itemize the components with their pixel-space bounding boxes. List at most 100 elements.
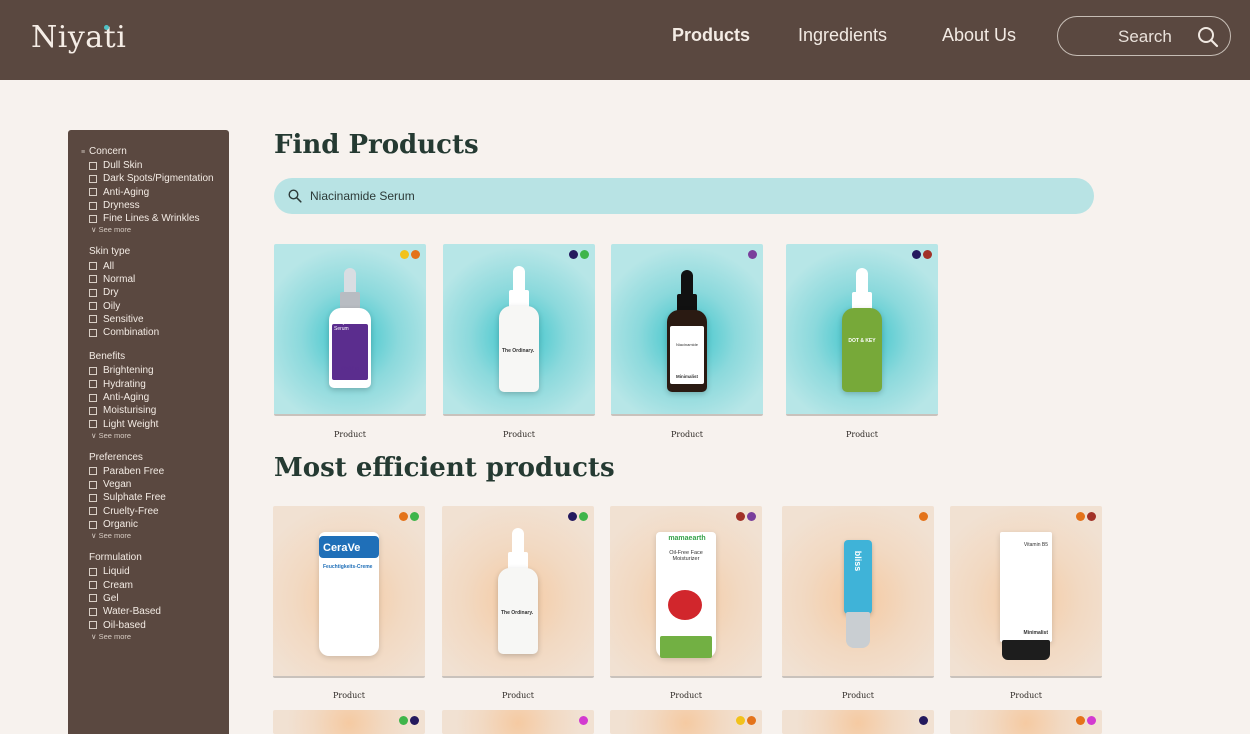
product-card[interactable]: CeraVe Feuchtigkeits-Creme	[273, 506, 425, 678]
drag-handle-icon[interactable]: ≡	[81, 149, 86, 156]
checkbox[interactable]	[89, 214, 97, 223]
checkbox[interactable]	[89, 594, 97, 603]
checkbox[interactable]	[89, 467, 97, 476]
filter-option[interactable]: Gel	[89, 592, 229, 605]
checkbox[interactable]	[89, 393, 97, 402]
checkbox[interactable]	[89, 581, 97, 590]
checkbox[interactable]	[89, 262, 97, 271]
color-dot[interactable]	[400, 250, 409, 259]
color-dot[interactable]	[410, 716, 419, 725]
checkbox[interactable]	[89, 507, 97, 516]
color-dot[interactable]	[748, 250, 757, 259]
filter-option[interactable]: Brightening	[89, 364, 229, 377]
product-card[interactable]: mamaearth Oil-Free Face Moisturizer	[610, 506, 762, 678]
color-dot[interactable]	[568, 512, 577, 521]
checkbox[interactable]	[89, 161, 97, 170]
color-dot[interactable]	[580, 250, 589, 259]
product-card[interactable]	[442, 710, 594, 734]
checkbox[interactable]	[89, 201, 97, 210]
filter-option[interactable]: Vegan	[89, 478, 229, 491]
filter-option[interactable]: Water-Based	[89, 605, 229, 618]
checkbox[interactable]	[89, 420, 97, 429]
product-caption[interactable]: Product	[443, 430, 595, 439]
checkbox[interactable]	[89, 315, 97, 324]
checkbox[interactable]	[89, 520, 97, 529]
product-caption[interactable]: Product	[786, 430, 938, 439]
color-dot[interactable]	[399, 716, 408, 725]
product-card[interactable]: DOT & KEY	[786, 244, 938, 416]
product-caption[interactable]: Product	[273, 691, 425, 700]
color-dot[interactable]	[1076, 512, 1085, 521]
filter-option[interactable]: Sensitive	[89, 313, 229, 326]
filter-option[interactable]: Dark Spots/Pigmentation	[89, 172, 229, 185]
checkbox[interactable]	[89, 493, 97, 502]
checkbox[interactable]	[89, 302, 97, 311]
product-card[interactable]: The Ordinary.	[442, 506, 594, 678]
color-dot[interactable]	[923, 250, 932, 259]
color-dot[interactable]	[579, 716, 588, 725]
header-search-button[interactable]: Search	[1057, 16, 1231, 56]
product-card[interactable]: Vitamin B5 Minimalist	[950, 506, 1102, 678]
color-dot[interactable]	[569, 250, 578, 259]
brand-logo[interactable]: Niyati	[31, 20, 126, 55]
color-dot[interactable]	[912, 250, 921, 259]
see-more-link[interactable]: ∨ See more	[89, 632, 229, 641]
color-dot[interactable]	[1076, 716, 1085, 725]
checkbox[interactable]	[89, 174, 97, 183]
color-dot[interactable]	[919, 716, 928, 725]
product-card[interactable]: Niacinamide Daily Face Serum derma	[274, 244, 426, 416]
checkbox[interactable]	[89, 621, 97, 630]
filter-option[interactable]: Cruelty-Free	[89, 505, 229, 518]
product-caption[interactable]: Product	[610, 691, 762, 700]
product-caption[interactable]: Product	[782, 691, 934, 700]
filter-option[interactable]: Normal	[89, 273, 229, 286]
checkbox[interactable]	[89, 275, 97, 284]
filter-option[interactable]: Paraben Free	[89, 465, 229, 478]
filter-option[interactable]: Sulphate Free	[89, 491, 229, 504]
product-card[interactable]	[273, 710, 425, 734]
color-dot[interactable]	[411, 250, 420, 259]
nav-ingredients[interactable]: Ingredients	[798, 25, 887, 46]
filter-option[interactable]: Dull Skin	[89, 159, 229, 172]
filter-option[interactable]: Hydrating	[89, 378, 229, 391]
filter-option[interactable]: Oily	[89, 299, 229, 312]
color-dot[interactable]	[410, 512, 419, 521]
color-dot[interactable]	[736, 512, 745, 521]
product-card[interactable]: The Ordinary.	[443, 244, 595, 416]
see-more-link[interactable]: ∨ See more	[89, 431, 229, 440]
product-card[interactable]	[782, 710, 934, 734]
filter-option[interactable]: Fine Lines & Wrinkles	[89, 212, 229, 225]
product-card[interactable]	[610, 710, 762, 734]
nav-products[interactable]: Products	[672, 25, 750, 46]
color-dot[interactable]	[579, 512, 588, 521]
checkbox[interactable]	[89, 366, 97, 375]
color-dot[interactable]	[1087, 512, 1096, 521]
product-search-input[interactable]	[310, 186, 910, 206]
color-dot[interactable]	[919, 512, 928, 521]
see-more-link[interactable]: ∨ See more	[89, 531, 229, 540]
filter-option[interactable]: All	[89, 259, 229, 272]
filter-option[interactable]: Liquid	[89, 565, 229, 578]
filter-option[interactable]: Dry	[89, 286, 229, 299]
filter-option[interactable]: Dryness	[89, 199, 229, 212]
nav-about-us[interactable]: About Us	[942, 25, 1016, 46]
checkbox[interactable]	[89, 188, 97, 197]
color-dot[interactable]	[747, 512, 756, 521]
checkbox[interactable]	[89, 607, 97, 616]
product-caption[interactable]: Product	[274, 430, 426, 439]
filter-option[interactable]: Anti-Aging	[89, 186, 229, 199]
product-caption[interactable]: Product	[950, 691, 1102, 700]
see-more-link[interactable]: ∨ See more	[89, 225, 229, 234]
product-card[interactable]	[950, 710, 1102, 734]
checkbox[interactable]	[89, 328, 97, 337]
color-dot[interactable]	[1087, 716, 1096, 725]
product-caption[interactable]: Product	[611, 430, 763, 439]
filter-option[interactable]: Oil-based	[89, 618, 229, 631]
color-dot[interactable]	[747, 716, 756, 725]
filter-option[interactable]: Moisturising	[89, 404, 229, 417]
product-card[interactable]: Niacinamide Minimalist	[611, 244, 763, 416]
checkbox[interactable]	[89, 567, 97, 576]
color-dot[interactable]	[736, 716, 745, 725]
filter-option[interactable]: Anti-Aging	[89, 391, 229, 404]
checkbox[interactable]	[89, 380, 97, 389]
